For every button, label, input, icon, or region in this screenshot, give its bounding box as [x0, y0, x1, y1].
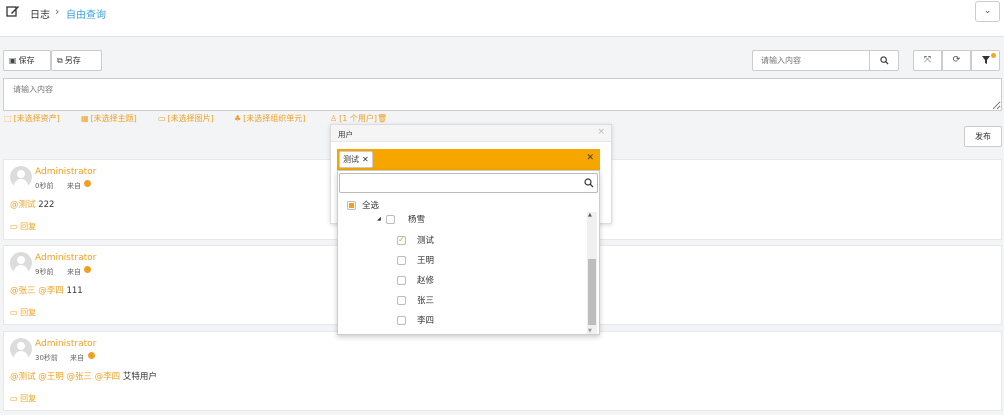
popup-title: 用户: [338, 130, 353, 139]
expand-icon: ⤧: [923, 55, 932, 65]
post-from: 来自: [67, 268, 81, 276]
user-checkbox[interactable]: [397, 276, 406, 285]
post-user[interactable]: Administrator: [35, 253, 96, 263]
user-checkbox[interactable]: [397, 256, 406, 265]
mention[interactable]: @王明: [38, 372, 64, 382]
scroll-down-icon[interactable]: ▼: [588, 328, 592, 334]
user-tree: 全选 ◢ 杨雪 测试 王明 赵修 张三 李四: [339, 198, 587, 333]
header-dropdown-button[interactable]: ⌄: [975, 1, 1000, 22]
mention[interactable]: @测试: [10, 372, 36, 382]
post-body: @张三 @李四 111: [10, 284, 83, 296]
breadcrumb-separator: ›: [55, 5, 60, 18]
mention[interactable]: @李四: [38, 286, 64, 296]
org-selector[interactable]: ♣ [未选择组织单元]: [234, 113, 305, 124]
dropdown-search-input[interactable]: [339, 173, 598, 193]
post-card: Administrator 30秒前 来自 @测试 @王明 @张三 @李四 艾特…: [3, 331, 1002, 411]
save-button[interactable]: ▣ 保存: [3, 50, 51, 71]
user-checkbox[interactable]: [397, 296, 406, 305]
comment-icon: ▭: [10, 394, 18, 403]
trash-icon[interactable]: 🗑: [377, 114, 387, 123]
reply-button[interactable]: ▭ 回复: [10, 393, 36, 404]
user-checkbox[interactable]: [397, 235, 406, 245]
post-time: 30秒前: [35, 354, 58, 362]
user-checkbox[interactable]: [397, 316, 406, 325]
post-text: 222: [38, 200, 55, 210]
mention[interactable]: @张三: [66, 372, 92, 382]
post-from: 来自: [70, 354, 84, 362]
post-text: 111: [66, 286, 83, 296]
publish-button[interactable]: 发布: [964, 126, 1002, 147]
asset-icon: ⬚: [4, 114, 12, 123]
topic-selector[interactable]: ▦ [未选择主题]: [81, 113, 137, 124]
scrollbar-thumb[interactable]: [588, 259, 596, 325]
select-all-checkbox[interactable]: [347, 201, 356, 210]
remove-tag-icon[interactable]: ✕: [362, 155, 369, 164]
fullscreen-button[interactable]: ⤧: [913, 50, 942, 71]
breadcrumb-current[interactable]: 自由查询: [66, 6, 106, 21]
copy-icon: ⧉: [57, 56, 63, 65]
scroll-up-icon[interactable]: ▲: [588, 212, 592, 218]
page-header: 日志 › 自由查询 ⌄: [0, 0, 1004, 37]
search-icon: [879, 55, 889, 65]
filter-button[interactable]: [971, 50, 1000, 71]
post-body: @测试 222: [10, 198, 54, 210]
save-as-label: 另存: [64, 56, 81, 65]
mention[interactable]: @李四: [95, 372, 121, 382]
selected-user-tag: 测试 ✕: [339, 151, 373, 168]
avatar: [10, 252, 32, 274]
source-icon: [84, 266, 91, 273]
comment-icon: ▭: [10, 308, 18, 317]
filter-icon: [981, 55, 990, 64]
chevron-down-icon: ⌄: [983, 6, 992, 16]
source-icon: [88, 352, 95, 359]
avatar: [10, 166, 32, 188]
clear-icon[interactable]: ✕: [586, 153, 594, 163]
refresh-icon: ⟳: [952, 55, 961, 65]
search-icon: [584, 178, 594, 188]
org-icon: ♣: [234, 114, 242, 123]
reply-button[interactable]: ▭ 回复: [10, 307, 36, 318]
group-checkbox[interactable]: [386, 215, 395, 224]
reply-button[interactable]: ▭ 回复: [10, 221, 36, 232]
save-icon: ▣: [9, 56, 17, 65]
post-user[interactable]: Administrator: [35, 167, 96, 177]
user-selector[interactable]: ♙ [1 个用户]🗑: [330, 113, 387, 124]
avatar: [10, 338, 32, 360]
user-icon: ♙: [330, 114, 338, 123]
save-label: 保存: [18, 56, 35, 65]
search-input[interactable]: [752, 50, 870, 71]
post-textarea[interactable]: [3, 78, 1002, 111]
search-button[interactable]: [869, 50, 899, 71]
post-text: 艾特用户: [122, 372, 157, 382]
caret-icon[interactable]: ◢: [377, 216, 381, 222]
post-user[interactable]: Administrator: [35, 339, 96, 349]
comment-icon: ▭: [10, 222, 18, 231]
popup-header: 用户 ×: [331, 125, 611, 142]
post-time: 9秒前: [35, 268, 54, 276]
user-dropdown: 全选 ◢ 杨雪 测试 王明 赵修 张三 李四 ▲ ▼: [337, 170, 600, 335]
post-time: 0秒前: [35, 182, 54, 190]
image-icon: ▭: [158, 114, 166, 123]
breadcrumb-home[interactable]: 日志: [30, 6, 50, 21]
refresh-button[interactable]: ⟳: [942, 50, 971, 71]
mention[interactable]: @测试: [10, 200, 36, 210]
mention[interactable]: @张三: [10, 286, 36, 296]
image-selector[interactable]: ▭ [未选择图片]: [158, 113, 214, 124]
filter-active-dot: [991, 53, 996, 58]
grid-icon: ▦: [81, 114, 89, 123]
post-from: 来自: [67, 182, 81, 190]
user-tag-select[interactable]: 测试 ✕ ✕: [337, 149, 600, 170]
post-body: @测试 @王明 @张三 @李四 艾特用户: [10, 370, 157, 382]
close-icon[interactable]: ×: [597, 127, 605, 137]
dropdown-scrollbar[interactable]: ▲ ▼: [587, 212, 597, 334]
save-as-button[interactable]: ⧉ 另存: [51, 50, 102, 71]
asset-selector[interactable]: ⬚ [未选择资产]: [4, 113, 60, 124]
edit-icon: [6, 6, 19, 17]
source-icon: [84, 180, 91, 187]
